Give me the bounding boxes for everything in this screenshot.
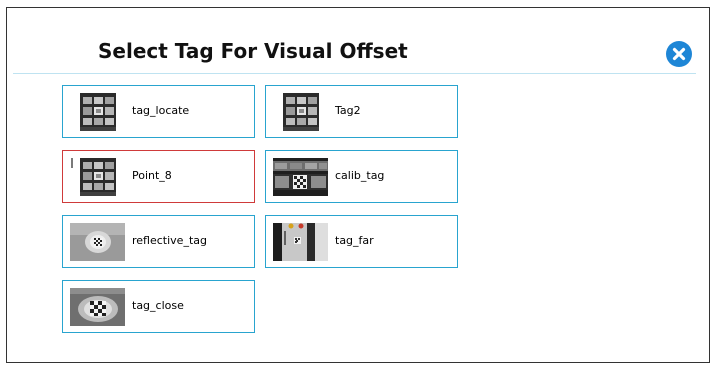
- title-divider: [13, 73, 696, 74]
- tag-item-reflective-tag[interactable]: reflective_tag: [62, 215, 255, 268]
- dialog-title: Select Tag For Visual Offset: [98, 39, 408, 63]
- tag-label: tag_close: [132, 299, 184, 312]
- tag-label: tag_far: [335, 234, 374, 247]
- tag-item-tag-far[interactable]: tag_far: [265, 215, 458, 268]
- select-tag-dialog: Select Tag For Visual Offset tag_locate: [6, 7, 710, 363]
- tag-item-tag2[interactable]: Tag2: [265, 85, 458, 138]
- tag-label: Tag2: [335, 104, 361, 117]
- tag-thumbnail: [70, 158, 125, 196]
- tag-thumbnail: [273, 223, 328, 261]
- close-button[interactable]: [666, 41, 692, 67]
- tag-item-tag-close[interactable]: tag_close: [62, 280, 255, 333]
- tag-thumbnail: [273, 158, 328, 196]
- tag-item-point-8[interactable]: Point_8: [62, 150, 255, 203]
- close-icon: [672, 47, 686, 61]
- tag-thumbnail: [70, 223, 125, 261]
- tag-label: reflective_tag: [132, 234, 207, 247]
- tag-item-tag-locate[interactable]: tag_locate: [62, 85, 255, 138]
- tag-thumbnail: [273, 93, 328, 131]
- tag-label: Point_8: [132, 169, 172, 182]
- tag-item-calib-tag[interactable]: calib_tag: [265, 150, 458, 203]
- tag-thumbnail: [70, 93, 125, 131]
- tag-thumbnail: [70, 288, 125, 326]
- tag-label: calib_tag: [335, 169, 385, 182]
- tag-label: tag_locate: [132, 104, 190, 117]
